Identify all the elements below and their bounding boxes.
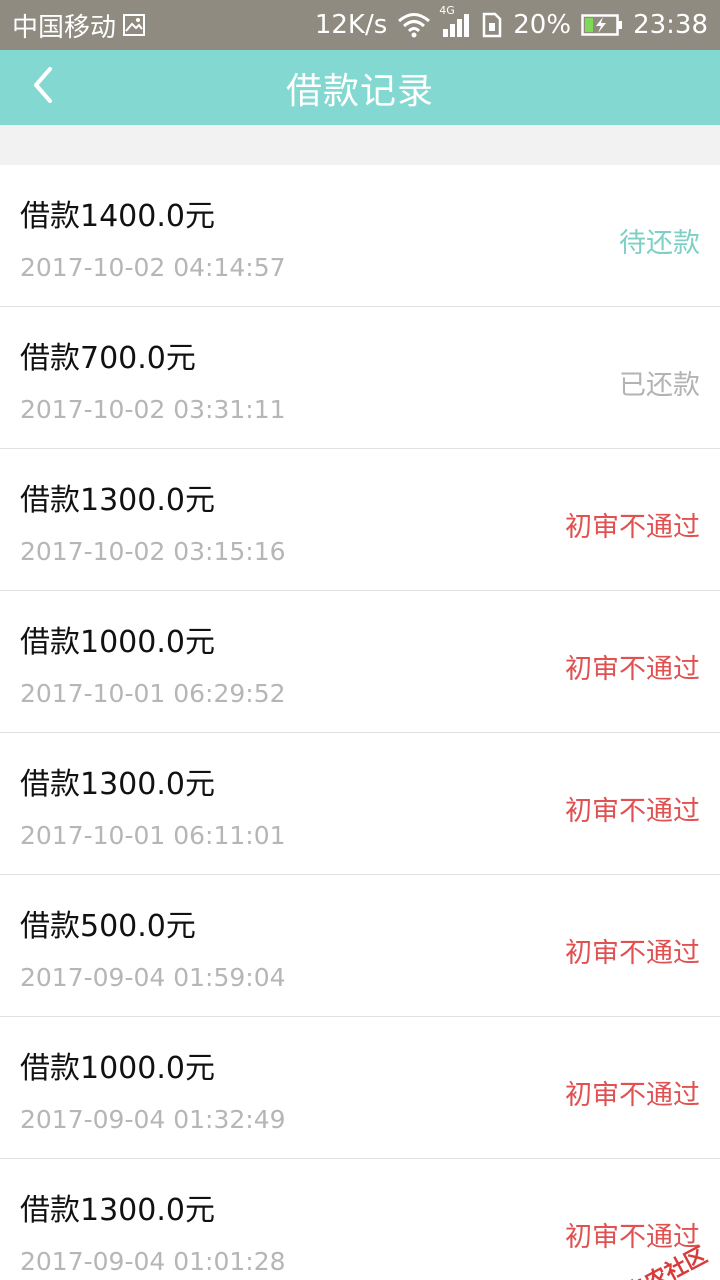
loan-time: 2017-10-01 06:11:01: [20, 821, 286, 850]
battery-charging-icon: [581, 13, 623, 37]
loan-time: 2017-10-02 03:31:11: [20, 395, 286, 424]
loan-time: 2017-10-02 04:14:57: [20, 253, 286, 282]
loan-status: 初审不通过: [565, 654, 700, 685]
clock: 23:38: [633, 10, 708, 40]
loan-status: 初审不通过: [565, 512, 700, 543]
image-notification-icon: [122, 13, 146, 37]
app-header: 借款记录: [0, 50, 720, 125]
back-button[interactable]: [18, 62, 68, 112]
loan-record-row[interactable]: 借款1300.0元 2017-10-02 03:15:16 初审不通过: [0, 449, 720, 591]
loan-time: 2017-10-01 06:29:52: [20, 679, 286, 708]
loan-time: 2017-09-04 01:01:28: [20, 1247, 286, 1276]
loan-record-row[interactable]: 借款500.0元 2017-09-04 01:59:04 初审不通过: [0, 875, 720, 1017]
loan-status: 初审不通过: [565, 1080, 700, 1111]
carrier-name: 中国移动: [12, 12, 117, 43]
net-speed: 12K/s: [314, 10, 388, 40]
loan-record-row[interactable]: 借款1000.0元 2017-10-01 06:29:52 初审不通过: [0, 591, 720, 733]
loan-amount: 借款1000.0元: [20, 625, 215, 660]
loan-amount: 借款1300.0元: [20, 1193, 215, 1228]
loan-amount: 借款1000.0元: [20, 1051, 215, 1086]
loan-status: 初审不通过: [565, 938, 700, 969]
loan-time: 2017-09-04 01:32:49: [20, 1105, 286, 1134]
loan-record-row[interactable]: 借款1300.0元 2017-10-01 06:11:01 初审不通过: [0, 733, 720, 875]
loan-status: 初审不通过: [565, 796, 700, 827]
loan-amount: 借款1300.0元: [20, 767, 215, 802]
network-type: 4G: [439, 4, 455, 17]
loan-amount: 借款1400.0元: [20, 199, 215, 234]
page-title: 借款记录: [285, 70, 434, 112]
loan-status: 待还款: [619, 228, 700, 259]
loan-time: 2017-09-04 01:59:04: [20, 963, 286, 992]
loan-record-row[interactable]: 借款1000.0元 2017-09-04 01:32:49 初审不通过: [0, 1017, 720, 1159]
chevron-left-icon: [28, 65, 58, 109]
loan-record-list: 借款1400.0元 2017-10-02 04:14:57 待还款 借款700.…: [0, 165, 720, 1280]
loan-time: 2017-10-02 03:15:16: [20, 537, 286, 566]
sim-icon: [481, 12, 503, 38]
loan-record-row[interactable]: 借款700.0元 2017-10-02 03:31:11 已还款: [0, 307, 720, 449]
loan-record-row[interactable]: 借款1300.0元 2017-09-04 01:01:28 初审不通过: [0, 1159, 720, 1280]
section-divider: [0, 125, 720, 165]
loan-amount: 借款700.0元: [20, 341, 196, 376]
loan-record-row[interactable]: 借款1400.0元 2017-10-02 04:14:57 待还款: [0, 165, 720, 307]
loan-amount: 借款500.0元: [20, 909, 196, 944]
battery-percent: 20%: [513, 10, 572, 40]
status-bar: 中国移动 12K/s 4G 20% 23:38: [0, 0, 720, 50]
signal-icon: 4G: [439, 4, 471, 38]
loan-status: 已还款: [619, 370, 700, 401]
loan-amount: 借款1300.0元: [20, 483, 215, 518]
wifi-icon: [397, 12, 431, 38]
